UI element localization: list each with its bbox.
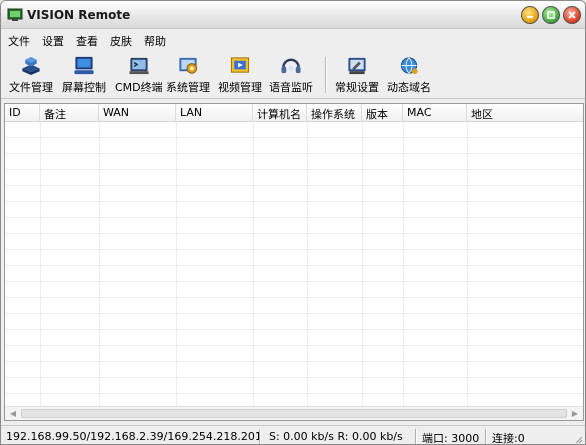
table-row[interactable] — [5, 266, 583, 282]
general-settings-label: 常规设置 — [335, 81, 379, 94]
horizontal-scrollbar[interactable]: ◀ ▶ — [5, 406, 583, 420]
table-row[interactable] — [5, 378, 583, 394]
column-divider — [253, 122, 254, 408]
table-row[interactable] — [5, 298, 583, 314]
menu-file[interactable]: 文件 — [1, 30, 36, 50]
system-manage-button[interactable]: 系统管理 — [166, 55, 210, 95]
table-row[interactable] — [5, 202, 583, 218]
menu-skin[interactable]: 皮肤 — [104, 30, 138, 50]
menu-help[interactable]: 帮助 — [138, 30, 172, 50]
status-separator — [485, 429, 487, 444]
minimize-icon — [527, 16, 533, 18]
voice-monitor-label: 语音监听 — [269, 81, 313, 94]
title-bar[interactable]: VISION Remote — [1, 1, 585, 29]
column-header-note[interactable]: 备注 — [40, 104, 99, 122]
table-row[interactable] — [5, 250, 583, 266]
file-manager-icon — [22, 56, 40, 76]
column-header-wan[interactable]: WAN — [99, 104, 176, 122]
column-header-id[interactable]: ID — [5, 104, 40, 122]
video-manage-icon — [230, 57, 250, 73]
table-row[interactable] — [5, 170, 583, 186]
column-divider — [307, 122, 308, 408]
table-row[interactable] — [5, 218, 583, 234]
general-settings-icon — [348, 57, 366, 75]
table-body — [5, 122, 583, 408]
voice-monitor-button[interactable]: 语音监听 — [269, 55, 313, 95]
app-icon — [7, 8, 23, 21]
system-manage-icon — [179, 57, 198, 74]
table-row[interactable] — [5, 154, 583, 170]
status-separator — [415, 429, 417, 444]
dynamic-dns-button[interactable]: 动态域名 — [387, 55, 431, 95]
scroll-left-arrow-icon[interactable]: ◀ — [7, 409, 19, 419]
column-header-region[interactable]: 地区 — [467, 104, 583, 122]
menu-settings[interactable]: 设置 — [36, 30, 70, 50]
toolbar-separator — [325, 57, 327, 93]
table-row[interactable] — [5, 234, 583, 250]
status-connections: 连接:0 — [492, 432, 525, 445]
column-divider — [40, 122, 41, 408]
video-manage-button[interactable]: 视频管理 — [218, 55, 262, 95]
status-bar: 192.168.99.50/192.168.2.39/169.254.218.2… — [1, 425, 585, 445]
status-ip-list: 192.168.99.50/192.168.2.39/169.254.218.2… — [6, 430, 262, 443]
voice-monitor-icon — [281, 58, 301, 74]
system-manage-label: 系统管理 — [166, 81, 210, 94]
table-row[interactable] — [5, 314, 583, 330]
cmd-terminal-icon — [129, 57, 149, 75]
table-header: ID 备注 WAN LAN 计算机名 操作系统 版本 MAC 地区 — [5, 104, 583, 122]
table-row[interactable] — [5, 186, 583, 202]
table-row[interactable] — [5, 138, 583, 154]
main-window: VISION Remote 文件 设置 查看 皮肤 帮助 文件管理 屏幕控制 C… — [0, 0, 586, 445]
dynamic-dns-icon — [400, 57, 418, 75]
status-speed: S: 0.00 kb/s R: 0.00 kb/s — [269, 430, 403, 443]
file-manager-label: 文件管理 — [9, 81, 53, 94]
status-port: 端口: 3000 — [422, 432, 480, 445]
column-header-computer-name[interactable]: 计算机名 — [253, 104, 307, 122]
menu-bar: 文件 设置 查看 皮肤 帮助 — [1, 30, 585, 50]
cmd-terminal-button[interactable]: CMD终端 — [115, 55, 163, 95]
close-button[interactable] — [563, 6, 581, 24]
maximize-icon — [547, 11, 555, 19]
screen-control-icon — [74, 56, 94, 75]
cmd-terminal-label: CMD终端 — [115, 81, 163, 94]
toolbar: 文件管理 屏幕控制 CMD终端 系统管理 视频管理 语音监听 常规设置 动态域名 — [1, 51, 585, 99]
table-row[interactable] — [5, 282, 583, 298]
table-row[interactable] — [5, 346, 583, 362]
maximize-button[interactable] — [542, 6, 560, 24]
column-divider — [99, 122, 100, 408]
status-separator — [259, 429, 261, 444]
scrollbar-thumb[interactable] — [21, 409, 567, 418]
client-list-table[interactable]: ID 备注 WAN LAN 计算机名 操作系统 版本 MAC 地区 ◀ ▶ — [4, 103, 584, 421]
column-header-os[interactable]: 操作系统 — [307, 104, 362, 122]
table-row[interactable] — [5, 330, 583, 346]
resize-grip-icon[interactable] — [573, 434, 583, 444]
column-header-version[interactable]: 版本 — [362, 104, 403, 122]
dynamic-dns-label: 动态域名 — [387, 81, 431, 94]
table-row[interactable] — [5, 122, 583, 138]
menu-view[interactable]: 查看 — [70, 30, 104, 50]
screen-control-label: 屏幕控制 — [62, 81, 106, 94]
column-header-lan[interactable]: LAN — [176, 104, 253, 122]
table-row[interactable] — [5, 362, 583, 378]
column-divider — [362, 122, 363, 408]
close-icon — [568, 11, 576, 19]
window-title: VISION Remote — [27, 8, 131, 22]
minimize-button[interactable] — [521, 6, 539, 24]
column-header-mac[interactable]: MAC — [403, 104, 467, 122]
column-divider — [176, 122, 177, 408]
scroll-right-arrow-icon[interactable]: ▶ — [569, 409, 581, 419]
column-divider — [467, 122, 468, 408]
video-manage-label: 视频管理 — [218, 81, 262, 94]
general-settings-button[interactable]: 常规设置 — [335, 55, 379, 95]
column-divider — [403, 122, 404, 408]
screen-control-button[interactable]: 屏幕控制 — [62, 55, 106, 95]
file-manager-button[interactable]: 文件管理 — [9, 55, 53, 95]
